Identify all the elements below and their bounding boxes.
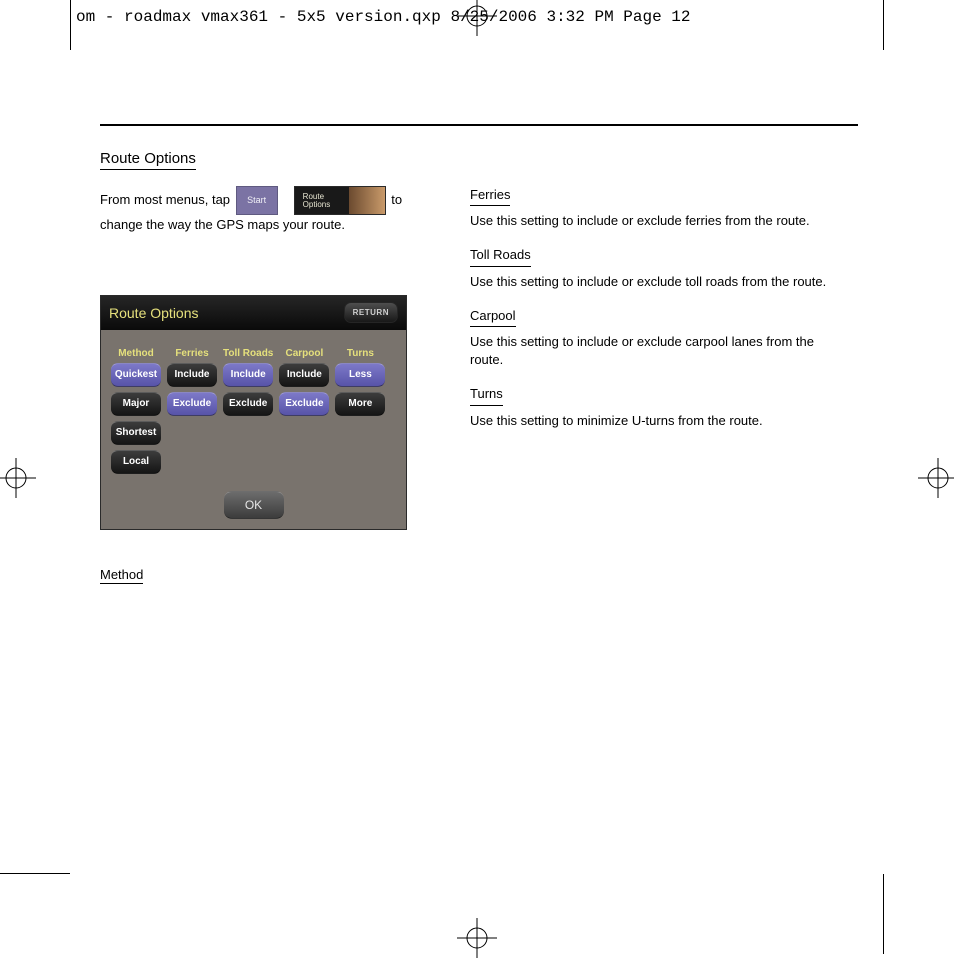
device-column-label: Toll Roads — [223, 348, 273, 359]
print-header: om - roadmax vmax361 - 5x5 version.qxp 8… — [76, 8, 691, 26]
device-column-label: Ferries — [175, 348, 208, 359]
return-button[interactable]: RETURN — [344, 302, 398, 323]
registration-mark-icon — [457, 0, 497, 36]
description-text: Use this setting to minimize U-turns fro… — [470, 412, 840, 430]
device-column-label: Method — [118, 348, 154, 359]
description-heading: Carpool — [470, 307, 516, 327]
description-heading: Turns — [470, 385, 503, 405]
option-pill[interactable]: Major — [111, 392, 161, 416]
left-column: From most menus, tap Start Route Options… — [100, 186, 440, 590]
device-column: Ferries Include Exclude — [167, 348, 217, 479]
device-grid: Method Quickest Major Shortest Local Ferries I… — [101, 330, 406, 487]
option-pill[interactable]: Local — [111, 450, 161, 474]
page-content: Route Options From most menus, tap Start… — [100, 124, 858, 590]
device-column: Carpool Include Exclude — [279, 348, 329, 479]
option-pill[interactable]: Include — [167, 363, 217, 387]
description-block: Turns Use this setting to minimize U-turn… — [470, 385, 840, 429]
option-pill[interactable]: Include — [279, 363, 329, 387]
option-pill[interactable]: Exclude — [223, 392, 273, 416]
description-text: Use this setting to include or exclude t… — [470, 273, 840, 291]
device-column: Turns Less More — [335, 348, 385, 479]
description-block: Carpool Use this setting to include or ex… — [470, 307, 840, 370]
section-title: Route Options — [100, 150, 196, 170]
option-pill[interactable]: Exclude — [167, 392, 217, 416]
device-column: Toll Roads Include Exclude — [223, 348, 273, 479]
description-block: Ferries Use this setting to include or ex… — [470, 186, 840, 230]
registration-mark-icon — [0, 458, 36, 498]
device-screenshot: Route Options RETURN Method Quickest Major… — [100, 295, 407, 530]
option-pill[interactable]: Shortest — [111, 421, 161, 445]
routeopts-line2: Options — [299, 200, 331, 209]
method-heading: Method — [100, 567, 143, 584]
description-text: Use this setting to include or exclude c… — [470, 333, 840, 369]
option-pill[interactable]: Less — [335, 363, 385, 387]
description-heading: Ferries — [470, 186, 510, 206]
ok-button[interactable]: OK — [224, 491, 284, 519]
horizontal-rule — [100, 124, 858, 126]
device-titlebar: Route Options RETURN — [101, 296, 406, 330]
registration-mark-icon — [457, 918, 497, 958]
description-heading: Toll Roads — [470, 246, 531, 266]
option-pill[interactable]: Include — [223, 363, 273, 387]
option-pill[interactable]: Exclude — [279, 392, 329, 416]
registration-mark-icon — [918, 458, 954, 498]
route-options-button-graphic: Route Options — [294, 186, 386, 215]
intro-prefix: From most menus, tap — [100, 192, 230, 207]
crop-mark-bottom — [0, 874, 884, 954]
device-title: Route Options — [109, 305, 199, 321]
device-column-label: Carpool — [285, 348, 323, 359]
description-block: Toll Roads Use this setting to include or… — [470, 246, 840, 290]
device-column: Method Quickest Major Shortest Local — [111, 348, 161, 479]
start-button-label: Start — [247, 194, 266, 208]
option-pill[interactable]: More — [335, 392, 385, 416]
crop-mark-bottom-line — [0, 873, 70, 874]
start-button-graphic: Start — [236, 186, 278, 215]
right-column: Ferries Use this setting to include or ex… — [470, 186, 840, 590]
device-column-label: Turns — [347, 348, 374, 359]
description-text: Use this setting to include or exclude f… — [470, 212, 840, 230]
option-pill[interactable]: Quickest — [111, 363, 161, 387]
intro-text: From most menus, tap Start Route Options… — [100, 186, 440, 235]
